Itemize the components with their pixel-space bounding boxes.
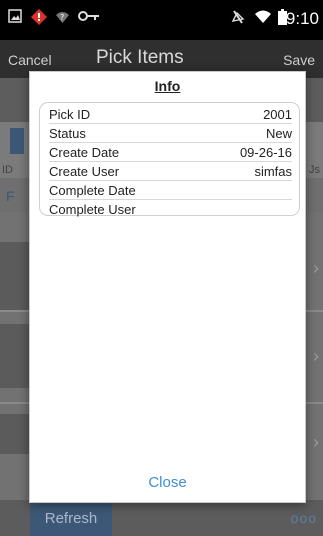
column-bar: [10, 128, 24, 154]
row-value: New: [265, 125, 292, 141]
dialog-title: Info: [154, 78, 181, 94]
page-title: Pick Items: [96, 47, 184, 68]
bottom-bar: Refresh ooo: [0, 500, 323, 536]
status-bar: ? 9:10: [0, 0, 323, 40]
info-row-create-user: Create User simfas: [49, 162, 292, 181]
save-button[interactable]: Save: [283, 52, 315, 68]
wifi-question-icon: ?: [56, 12, 69, 23]
row-value: 09-26-16: [239, 144, 292, 160]
item-thumbnail: [0, 242, 30, 310]
item-thumbnail: [0, 414, 30, 454]
info-row-complete-date: Complete Date: [49, 181, 292, 200]
info-row-complete-user: Complete User: [49, 200, 292, 219]
chevron-right-icon: ›: [313, 346, 319, 366]
more-button[interactable]: ooo: [291, 510, 317, 526]
status-time: 9:10: [285, 9, 319, 28]
key-icon: [78, 11, 99, 21]
info-table: Pick ID 2001 Status New Create Date 09-2…: [39, 102, 300, 219]
row-label: Complete User: [49, 202, 136, 217]
cancel-button[interactable]: Cancel: [8, 52, 52, 68]
row-label: Pick ID: [49, 106, 91, 122]
image-icon: [8, 9, 22, 23]
refresh-button[interactable]: Refresh: [30, 500, 112, 536]
alert-icon: [31, 9, 47, 25]
filter-label: F: [6, 188, 15, 204]
column-label-right: Js: [309, 164, 320, 176]
info-row-pick-id: Pick ID 2001: [49, 105, 292, 124]
row-label: Complete Date: [49, 182, 136, 198]
info-row-create-date: Create Date 09-26-16: [49, 143, 292, 162]
row-value: 2001: [263, 106, 292, 122]
item-thumbnail: [0, 324, 30, 388]
row-label: Create User: [49, 163, 120, 179]
chevron-right-icon: ›: [313, 432, 319, 452]
info-row-status: Status New: [49, 124, 292, 143]
close-button[interactable]: Close: [30, 474, 305, 491]
row-label: Create Date: [49, 144, 120, 160]
row-value: simfas: [254, 163, 292, 179]
wifi-icon: [255, 10, 271, 23]
chevron-right-icon: ›: [313, 258, 319, 278]
column-label-left: ID: [2, 164, 13, 176]
info-dialog: Info Pick ID 2001 Status New Create Date…: [29, 71, 306, 503]
mute-icon: [231, 10, 245, 24]
row-label: Status: [49, 125, 86, 141]
svg-text:?: ?: [60, 13, 64, 22]
